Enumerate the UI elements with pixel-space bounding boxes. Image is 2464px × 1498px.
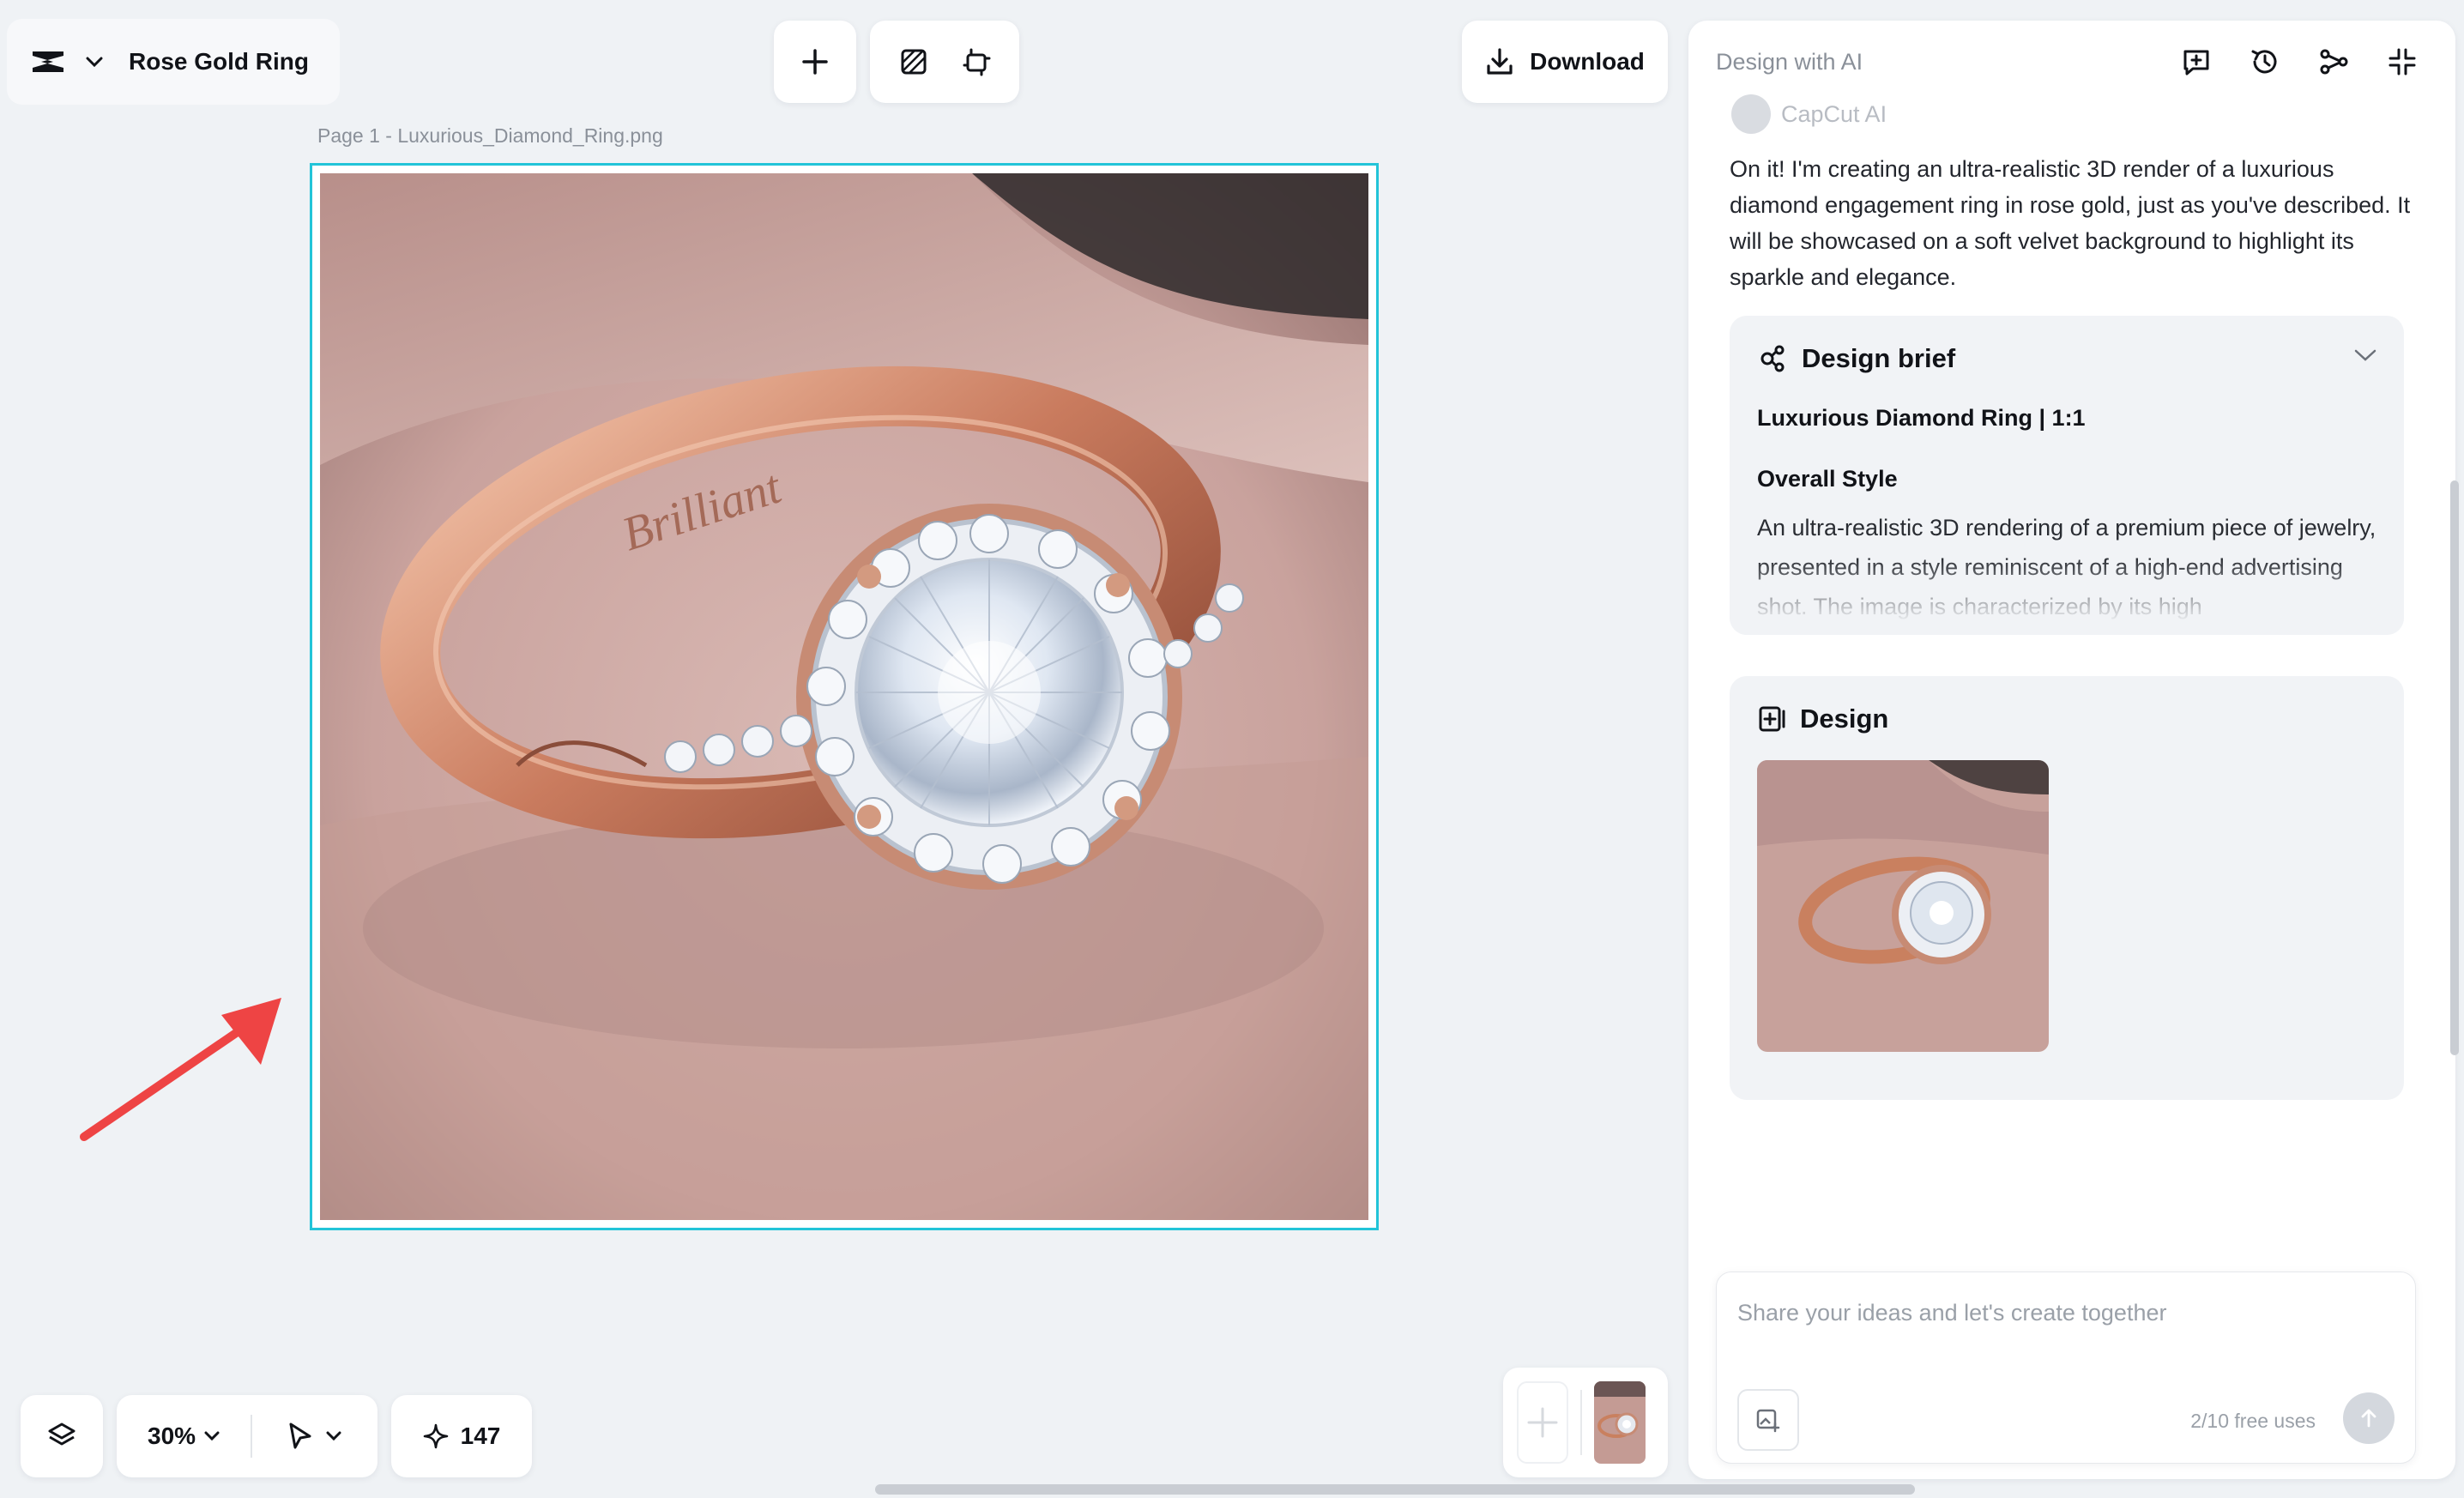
canvas-tools <box>870 21 1019 103</box>
resize-button[interactable] <box>949 34 1004 89</box>
sparkle-icon <box>423 1423 449 1449</box>
assistant-avatar-icon <box>1731 94 1771 134</box>
canvas-horizontal-scrollbar[interactable] <box>875 1484 1915 1495</box>
upload-image-icon <box>1754 1406 1782 1434</box>
collapse-icon <box>2387 46 2418 77</box>
pages-strip <box>1503 1368 1668 1477</box>
plus-icon <box>1525 1405 1560 1440</box>
divider <box>1580 1390 1582 1455</box>
design-icon <box>1757 704 1786 734</box>
credits-value: 147 <box>460 1422 501 1449</box>
zoom-controls: 30% <box>117 1395 377 1477</box>
prompt-input[interactable] <box>1737 1290 2389 1336</box>
design-title: Design <box>1800 704 1889 734</box>
design-header: Design <box>1757 704 2376 734</box>
remove-background-icon <box>899 47 928 76</box>
panel-scrollbar[interactable] <box>2450 480 2459 1055</box>
design-with-ai-panel: Design with AI CapCut AI On it! I'm crea… <box>1688 21 2455 1479</box>
collapse-panel-button[interactable] <box>2375 34 2430 89</box>
design-thumbnail[interactable] <box>1757 760 2049 1052</box>
design-brief-title: Design brief <box>1802 343 1956 373</box>
assistant-name: CapCut AI <box>1731 94 1887 134</box>
prompt-composer: 2/10 free uses <box>1716 1271 2416 1464</box>
send-button[interactable] <box>2343 1392 2395 1444</box>
generated-ring-image[interactable]: Brilliant <box>320 173 1368 1220</box>
project-title-bar[interactable]: Rose Gold Ring <box>7 19 340 105</box>
canvas-artboard[interactable]: Brilliant <box>310 163 1379 1230</box>
annotation-arrow-icon <box>80 998 281 1141</box>
remove-background-button[interactable] <box>886 34 941 89</box>
chevron-down-icon <box>204 1431 220 1441</box>
page-label: Page 1 - Luxurious_Diamond_Ring.png <box>317 124 663 147</box>
download-label: Download <box>1530 48 1645 75</box>
chevron-down-icon[interactable] <box>2354 348 2376 362</box>
chevron-down-icon <box>326 1431 341 1441</box>
zoom-value: 30% <box>148 1422 196 1449</box>
resize-icon <box>962 47 991 76</box>
brief-meta: Luxurious Diamond Ring | 1:1 <box>1757 405 2086 431</box>
chevron-down-icon[interactable] <box>86 57 103 67</box>
panel-actions <box>2169 34 2430 89</box>
design-brief-icon <box>1757 343 1788 374</box>
capcut-logo-icon[interactable] <box>29 47 67 76</box>
download-button[interactable]: Download <box>1462 21 1668 103</box>
zoom-dropdown[interactable]: 30% <box>117 1422 251 1450</box>
history-button[interactable] <box>2238 34 2292 89</box>
new-chat-button[interactable] <box>2169 34 2224 89</box>
page-thumbnail[interactable] <box>1594 1381 1646 1464</box>
brief-fade-overlay <box>1730 558 2404 635</box>
design-brief-header[interactable]: Design brief <box>1757 343 2376 374</box>
pointer-icon <box>287 1422 314 1451</box>
project-name[interactable]: Rose Gold Ring <box>129 48 309 76</box>
new-chat-icon <box>2181 46 2212 77</box>
panel-header: Design with AI <box>1688 21 2455 103</box>
design-card: Design <box>1730 676 2404 1100</box>
credits-counter[interactable]: 147 <box>391 1395 532 1477</box>
layers-button[interactable] <box>21 1395 103 1477</box>
add-page-button[interactable] <box>1517 1381 1568 1464</box>
free-uses-counter: 2/10 free uses <box>2190 1410 2316 1432</box>
send-arrow-icon <box>2358 1407 2380 1429</box>
assistant-message: On it! I'm creating an ultra-realistic 3… <box>1730 156 2411 290</box>
history-icon <box>2250 46 2280 77</box>
add-element-button[interactable] <box>774 21 856 103</box>
share-icon <box>2318 46 2349 77</box>
layers-icon <box>46 1421 77 1452</box>
upload-image-button[interactable] <box>1737 1389 1799 1451</box>
plus-icon <box>801 48 829 76</box>
brief-style-heading: Overall Style <box>1757 466 1898 492</box>
share-button[interactable] <box>2306 34 2361 89</box>
panel-title: Design with AI <box>1716 48 1863 75</box>
download-icon <box>1485 47 1514 76</box>
pointer-tool-dropdown[interactable] <box>252 1422 341 1451</box>
design-brief-card[interactable]: Design brief Luxurious Diamond Ring | 1:… <box>1730 316 2404 635</box>
